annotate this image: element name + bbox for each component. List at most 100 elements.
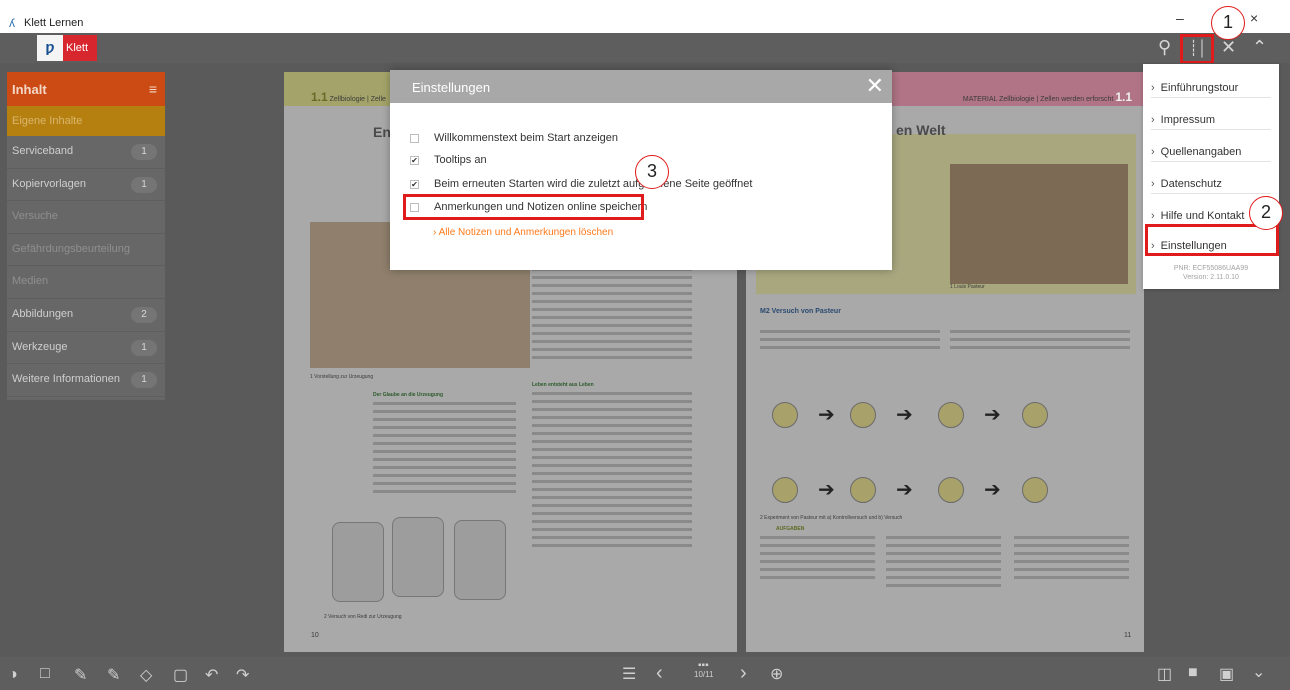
checkbox-unchecked[interactable] <box>410 133 419 143</box>
search-icon[interactable]: ⚲ <box>1158 37 1171 58</box>
option-restore-last-page[interactable]: ✔ Beim erneuten Starten wird die zuletzt… <box>410 178 752 190</box>
arrow-icon: ➔ <box>896 404 913 426</box>
sidebar-header: Inhalt ≡ <box>7 72 165 106</box>
arrow-icon: ➔ <box>818 404 835 426</box>
menu-divider <box>1151 193 1271 194</box>
sidebar-item-label: Gefährdungsbeurteilung <box>12 242 131 255</box>
page-heading: En <box>373 124 391 140</box>
window-title-bar: ʎ Klett Lernen – × <box>0 0 1290 33</box>
sidebar-item-kopiervorlagen[interactable]: Kopiervorlagen 1 <box>7 169 165 202</box>
tools-highlight-box <box>1180 34 1214 64</box>
dialog-title: Einstellungen <box>412 80 491 95</box>
sidebar-item-eigene-inhalte[interactable]: Eigene Inhalte <box>7 106 165 136</box>
text-column <box>532 392 692 552</box>
flask-illustration <box>772 402 798 428</box>
menu-item-label: Hilfe und Kontakt <box>1160 210 1245 222</box>
arrow-icon: ➔ <box>818 479 835 501</box>
count-badge: 1 <box>131 144 157 160</box>
fit-page-icon[interactable]: ▣ <box>1219 664 1234 684</box>
double-page-icon[interactable]: ◫ <box>1157 664 1172 684</box>
count-badge: 2 <box>131 306 157 323</box>
zoom-icon[interactable]: ⊕ <box>770 664 783 684</box>
app-toolbar <box>0 33 1290 63</box>
redo-icon[interactable]: ↷ <box>236 665 249 685</box>
chevron-right-icon: › <box>1151 114 1155 126</box>
bookmark-icon[interactable]: □ <box>40 665 50 683</box>
text-column <box>760 330 940 354</box>
note-icon[interactable]: ▢ <box>173 665 188 685</box>
dialog-close-icon[interactable]: ✕ <box>866 73 884 99</box>
sidebar-item-werkzeuge[interactable]: Werkzeuge 1 <box>7 332 165 365</box>
text-column <box>950 330 1130 354</box>
sidebar-item-serviceband[interactable]: Serviceband 1 <box>7 136 165 169</box>
chevron-right-icon[interactable]: › <box>740 662 747 685</box>
minimize-button[interactable]: – <box>1176 10 1184 26</box>
toggle-icon[interactable]: ◑ <box>8 666 18 684</box>
delete-notes-label: Alle Notizen und Anmerkungen löschen <box>438 227 614 238</box>
sidebar-item-gefaehrdungsbeurteilung: Gefährdungsbeurteilung <box>7 234 165 267</box>
sidebar-item-weitere-informationen[interactable]: Weitere Informationen 1 <box>7 364 165 397</box>
option-label: Beim erneuten Starten wird die zuletzt a… <box>434 178 753 190</box>
callout-1: 1 <box>1211 6 1245 40</box>
sidebar-item-label: Versuche <box>12 210 58 223</box>
menu-divider <box>1151 129 1271 130</box>
delete-notes-link[interactable]: › Alle Notizen und Anmerkungen löschen <box>433 227 613 238</box>
contents-sidebar: Inhalt ≡ Eigene Inhalte Serviceband 1 Ko… <box>7 72 165 400</box>
page-header: 1.1 Zellbiologie | Zelle <box>311 90 386 104</box>
checkbox-checked[interactable]: ✔ <box>410 179 419 189</box>
menu-item-quellenangaben[interactable]: › Quellenangaben <box>1143 136 1279 168</box>
menu-divider <box>1151 161 1271 162</box>
flask-illustration <box>850 402 876 428</box>
count-badge: 1 <box>131 372 157 389</box>
chapter-title: MATERIAL Zellbiologie | Zellen werden er… <box>962 96 1114 103</box>
pen-icon[interactable]: ✎ <box>74 665 87 685</box>
close-icon[interactable]: ✕ <box>1221 37 1236 58</box>
menu-icon[interactable]: ≡ <box>149 81 157 97</box>
chevron-left-icon[interactable]: ‹ <box>656 662 663 685</box>
option-welcome-text[interactable]: Willkommenstext beim Start anzeigen <box>410 132 618 144</box>
undo-icon[interactable]: ↶ <box>205 665 218 685</box>
chevron-right-icon: › <box>433 227 437 238</box>
chapter-number: 1.1 <box>311 90 328 104</box>
page-header: MATERIAL Zellbiologie | Zellen werden er… <box>963 90 1132 104</box>
window-close-button[interactable]: × <box>1250 10 1258 26</box>
figure-caption: 1 Louis Pasteur <box>950 284 985 290</box>
menu-item-label: Datenschutz <box>1160 178 1222 190</box>
flask-illustration <box>1022 402 1048 428</box>
bottom-toolbar <box>0 657 1290 690</box>
single-page-icon[interactable]: ■ <box>1188 664 1198 682</box>
flask-illustration <box>1022 477 1048 503</box>
menu-item-label: Impressum <box>1160 114 1216 126</box>
sidebar-item-abbildungen[interactable]: Abbildungen 2 <box>7 299 165 332</box>
menu-item-impressum[interactable]: › Impressum <box>1143 104 1279 136</box>
klett-logo[interactable]: ƿ Klett <box>37 35 97 61</box>
marker-icon[interactable]: ✎ <box>107 665 120 685</box>
checkbox-checked[interactable]: ✔ <box>410 155 419 165</box>
callout-2: 2 <box>1249 196 1283 230</box>
list-icon[interactable]: ☰ <box>622 664 636 684</box>
task-column <box>1014 536 1129 584</box>
arrow-icon: ➔ <box>896 479 913 501</box>
page-number: 11 <box>1124 632 1132 639</box>
menu-item-datenschutz[interactable]: › Datenschutz <box>1143 168 1279 200</box>
chevron-up-icon[interactable]: ⌃ <box>1252 37 1267 58</box>
figure-caption: 2 Experiment von Pasteur mit a) Kontroll… <box>760 515 903 521</box>
dialog-header: Einstellungen ✕ <box>390 70 892 103</box>
figure-caption: 2 Versuch von Redi zur Urzeugung <box>324 614 402 620</box>
save-notes-highlight-box <box>403 194 644 220</box>
count-badge: 1 <box>131 176 157 193</box>
window-title: Klett Lernen <box>24 17 84 29</box>
option-tooltips[interactable]: ✔ Tooltips an <box>410 154 487 166</box>
sidebar-item-versuche: Versuche <box>7 201 165 234</box>
chevron-right-icon: › <box>1151 178 1155 190</box>
page-heading: en Welt <box>896 122 946 138</box>
chevron-right-icon: › <box>1151 146 1155 158</box>
chapter-title: Zellbiologie | Zelle <box>329 96 386 103</box>
page-counter[interactable]: 10/11 <box>694 670 713 679</box>
menu-item-einfuehrungstour[interactable]: › Einführungstour <box>1143 72 1279 104</box>
eraser-icon[interactable]: ◇ <box>140 665 152 685</box>
task-column <box>886 536 1001 592</box>
section-heading: Der Glaube an die Urzeugung <box>373 392 444 398</box>
sidebar-item-label: Serviceband <box>12 145 74 157</box>
chevron-down-icon[interactable]: ⌄ <box>1252 662 1265 682</box>
